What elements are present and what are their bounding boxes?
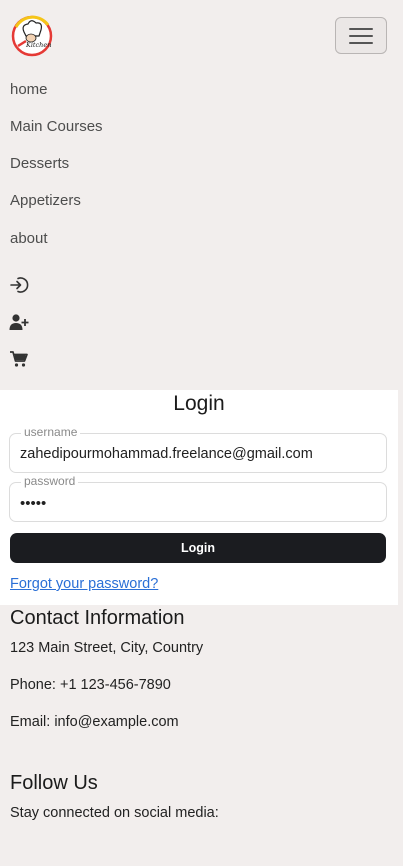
password-label: password	[21, 474, 79, 488]
nav-link-home[interactable]: home	[10, 81, 48, 98]
nav-link-main-courses[interactable]: Main Courses	[10, 118, 103, 135]
nav-link-desserts[interactable]: Desserts	[10, 155, 69, 172]
nav-link-appetizers[interactable]: Appetizers	[10, 192, 81, 209]
follow-heading: Follow Us	[10, 772, 98, 794]
contact-heading: Contact Information	[10, 607, 185, 629]
follow-text: Stay connected on social media:	[10, 805, 219, 821]
logo[interactable]: Kitchen	[10, 13, 54, 57]
cart-icon[interactable]	[9, 350, 29, 368]
contact-email: Email: info@example.com	[10, 714, 179, 730]
hamburger-icon	[349, 27, 373, 44]
username-input[interactable]	[20, 443, 380, 465]
login-title: Login	[173, 392, 225, 415]
username-field: username	[9, 425, 387, 473]
password-field: password	[9, 474, 387, 522]
navbar-toggler-button[interactable]	[335, 17, 387, 54]
nav-link-about[interactable]: about	[10, 230, 48, 247]
login-button[interactable]: Login	[10, 533, 386, 563]
navbar: Kitchen home Main Courses Desserts Appet…	[0, 0, 403, 388]
user-plus-icon[interactable]	[9, 313, 29, 331]
forgot-password-link[interactable]: Forgot your password?	[10, 576, 158, 592]
svg-text:Kitchen: Kitchen	[25, 41, 51, 49]
chef-logo-icon: Kitchen	[11, 15, 53, 57]
username-label: username	[21, 425, 81, 439]
sign-in-icon[interactable]	[9, 276, 29, 294]
password-input[interactable]	[20, 492, 380, 514]
contact-phone: Phone: +1 123-456-7890	[10, 677, 171, 693]
contact-address: 123 Main Street, City, Country	[10, 640, 204, 656]
